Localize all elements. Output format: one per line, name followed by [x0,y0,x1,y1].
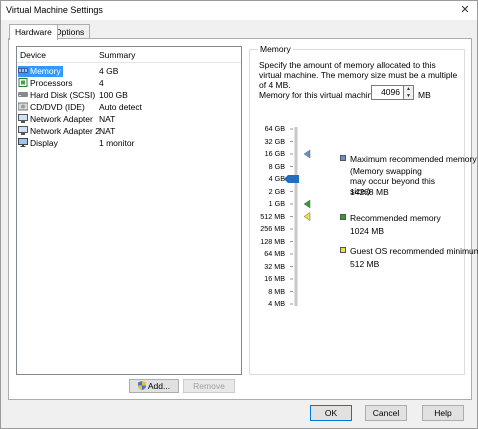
device-name: Display [18,138,60,149]
processor-icon [18,78,28,88]
memory-slider-area: 64 GB 32 GB 16 GB 8 GB 4 GB 2 GB 1 GB 512 MB 256… [250,50,478,376]
memory-groupbox: Memory Specify the amount of memory allo… [249,44,478,376]
device-row-display[interactable]: Display 1 monitor [17,138,241,149]
help-button[interactable]: Help [422,405,464,421]
legend-title: Guest OS recommended minimum [350,246,478,256]
close-button[interactable]: ✕ [453,1,477,20]
legend-title: Recommended memory [350,213,441,223]
vm-settings-window: Virtual Machine Settings ✕ Hardware Opti… [0,0,478,429]
summary-column-header[interactable]: Summary [99,50,135,60]
legend-value: 14288 MB [350,187,389,197]
admin-shield-icon [137,381,146,391]
device-summary: 1 monitor [99,138,135,148]
network-adapter-icon [18,126,28,136]
legend-marker-1 [303,199,311,209]
legend-title: Maximum recommended memory [350,154,477,164]
remove-device-button[interactable]: Remove [183,379,235,393]
device-name-text: Hard Disk (SCSI) [30,90,96,100]
device-name-text: Processors [30,78,73,88]
add-button-label: Add... [147,381,171,391]
display-icon [18,138,28,148]
device-column-header[interactable]: Device [20,50,46,60]
device-summary: NAT [99,114,116,124]
device-summary: Auto detect [99,102,143,112]
legend-marker-2 [303,212,311,221]
device-summary: 100 GB [99,90,128,100]
ok-button[interactable]: OK [310,405,352,421]
device-summary: 4 GB [99,66,119,76]
legend-value: 1024 MB [350,226,385,236]
device-row-network-adapter[interactable]: Network Adapter NAT [17,114,241,125]
legend-swatch [340,214,346,220]
legend-swatch [340,155,346,161]
hardware-tab-panel: Device Summary Memory 4 GB Processors 4 Hard… [8,38,478,400]
network-adapter-icon [18,114,28,124]
device-name: Processors [18,78,75,89]
device-summary: NAT [99,126,116,136]
device-list-header: Device Summary [17,47,241,63]
device-list: Device Summary Memory 4 GB Processors 4 Hard… [16,46,242,375]
close-icon: ✕ [460,4,470,16]
device-summary: 4 [99,78,104,88]
legend-swatch [340,247,346,253]
cd-dvd-icon [17,102,29,111]
device-row-cd-dvd-ide[interactable]: CD/DVD (IDE) Auto detect [17,102,241,113]
memory-icon [18,66,28,75]
device-name-text: Memory [30,66,61,76]
device-row-network-adapter-2[interactable]: Network Adapter 2 NAT [17,126,241,137]
device-name: CD/DVD (IDE) [17,102,87,113]
tab-hardware[interactable]: Hardware [9,24,58,40]
device-name: Hard Disk (SCSI) [18,90,97,101]
device-name: Network Adapter 2 [18,126,102,137]
device-name-text: Display [30,138,58,148]
device-name: Memory [18,66,63,77]
device-name-text: Network Adapter 2 [30,126,100,136]
cancel-button[interactable]: Cancel [365,405,407,421]
slider-thumb [284,175,299,183]
device-row-memory[interactable]: Memory 4 GB [17,66,241,77]
legend-marker-0 [303,149,311,159]
device-name-text: CD/DVD (IDE) [30,102,85,112]
device-name: Network Adapter [18,114,95,125]
title-bar: Virtual Machine Settings ✕ [1,1,477,20]
legend-value: 512 MB [350,259,380,269]
device-name-text: Network Adapter [30,114,93,124]
hard-disk-icon [18,90,28,99]
device-row-processors[interactable]: Processors 4 [17,78,241,89]
window-title: Virtual Machine Settings [6,5,103,15]
device-row-hard-disk-scsi[interactable]: Hard Disk (SCSI) 100 GB [17,90,241,101]
add-device-button[interactable]: Add... [129,379,179,393]
